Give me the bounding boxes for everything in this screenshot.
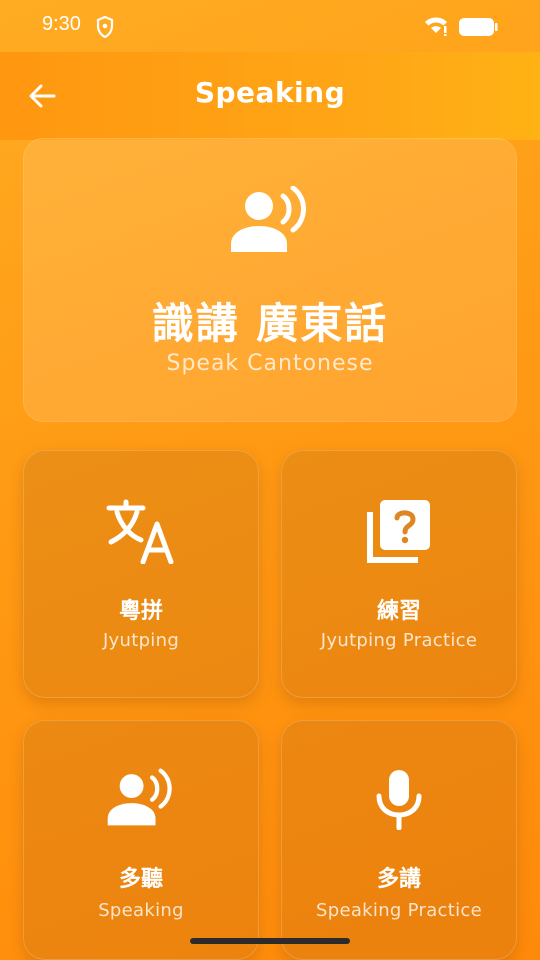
card-label-cn: 粵拼 xyxy=(118,599,163,624)
page-title: Speaking xyxy=(194,76,346,109)
card-label-en: Jyutping xyxy=(102,630,180,651)
card-label-en: Jyutping Practice xyxy=(320,630,478,651)
card-speaking-practice[interactable]: 多講 Speaking Practice xyxy=(281,720,517,960)
card-jyutping-practice[interactable]: 練習 Jyutping Practice xyxy=(281,450,517,698)
hero-title: 識講 廣東話 xyxy=(151,299,389,348)
hero-subtitle: Speak Cantonese xyxy=(166,351,374,376)
card-label-cn: 多講 xyxy=(376,867,421,892)
quiz-icon xyxy=(281,498,517,564)
status-time: 9:30 xyxy=(42,13,81,35)
card-label-en: Speaking Practice xyxy=(316,900,482,921)
wifi-icon xyxy=(424,16,448,40)
card-label-cn: 練習 xyxy=(376,599,421,624)
home-indicator[interactable] xyxy=(190,938,350,944)
card-label-en: Speaking xyxy=(98,900,184,921)
record-voice-icon xyxy=(23,768,259,828)
shield-icon xyxy=(96,15,114,42)
status-bar: 9:30 xyxy=(0,0,540,52)
card-speaking[interactable]: 多聽 Speaking xyxy=(23,720,259,960)
card-label-cn: 多聽 xyxy=(118,867,163,892)
translate-icon xyxy=(23,498,259,564)
app-bar: Speaking xyxy=(0,52,540,140)
card-jyutping[interactable]: 粵拼 Jyutping xyxy=(23,450,259,698)
battery-icon xyxy=(458,17,498,41)
hero-card[interactable]: 識講 廣東話 Speak Cantonese xyxy=(23,138,517,422)
microphone-icon xyxy=(281,768,517,830)
record-voice-icon xyxy=(229,185,311,258)
